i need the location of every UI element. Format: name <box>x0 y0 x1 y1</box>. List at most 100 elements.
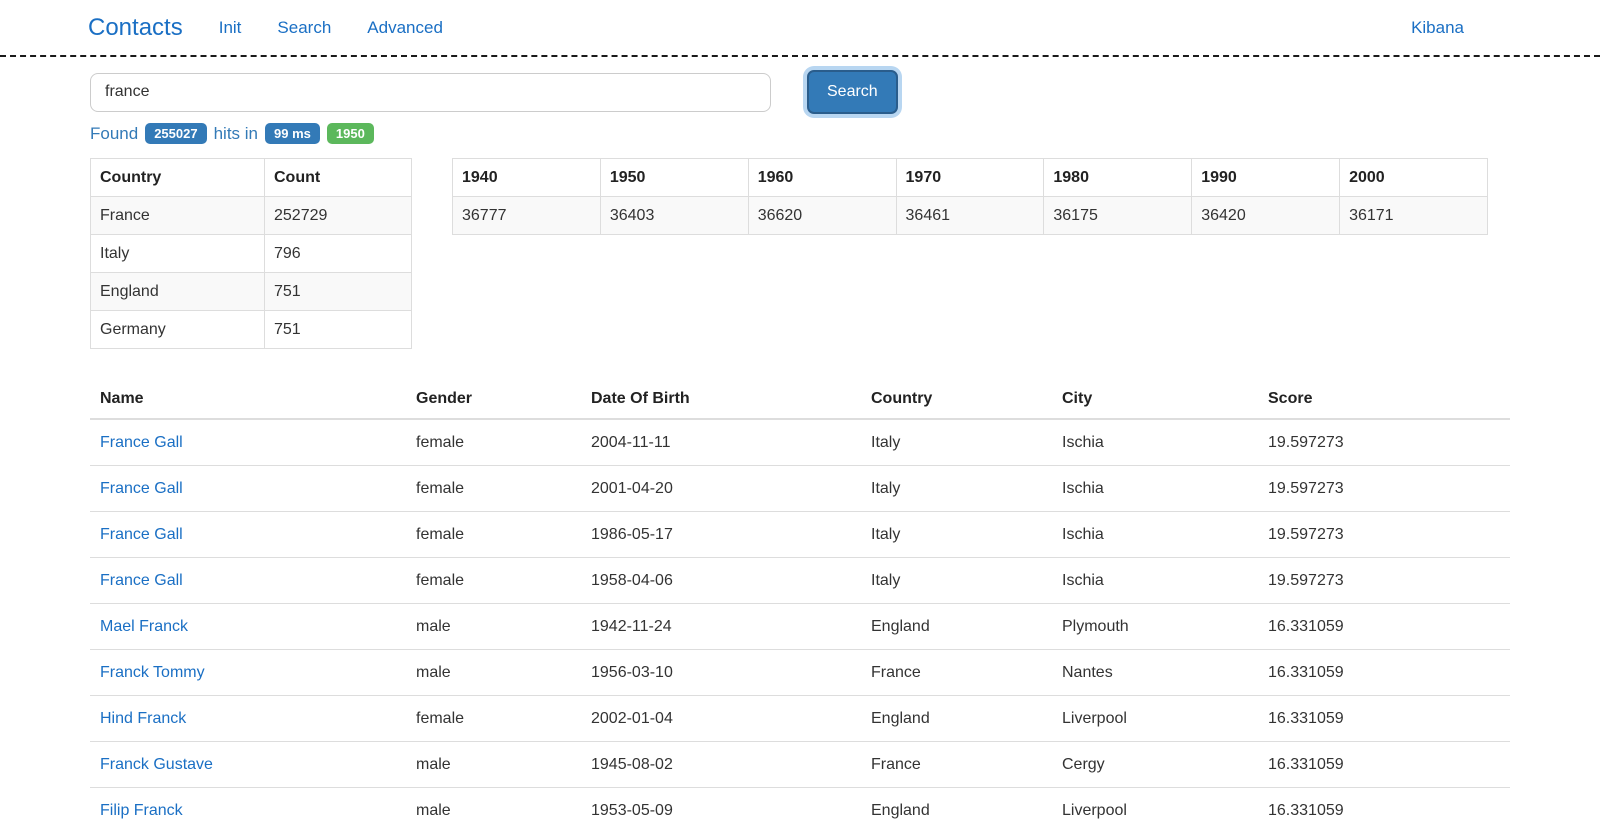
decade-count-cell: 36420 <box>1192 197 1340 235</box>
query-time-badge: 99 ms <box>265 123 320 144</box>
decade-header: 1970 <box>896 159 1044 197</box>
contact-name-link[interactable]: Filip Franck <box>100 802 183 819</box>
results-summary: Found 255027 hits in 99 ms 1950 <box>90 123 1510 144</box>
contact-name-link[interactable]: France Gall <box>100 572 183 589</box>
contact-name-link[interactable]: Franck Gustave <box>100 756 213 773</box>
table-row: France Gall female 2001-04-20 Italy Isch… <box>90 466 1510 512</box>
score-cell: 16.331059 <box>1258 696 1510 742</box>
score-header: Score <box>1258 379 1510 419</box>
search-input[interactable] <box>90 73 771 112</box>
nav-item-advanced[interactable]: Advanced <box>367 18 443 38</box>
table-row: Mael Franck male 1942-11-24 England Plym… <box>90 604 1510 650</box>
score-cell: 19.597273 <box>1258 466 1510 512</box>
table-row: Germany 751 <box>91 311 412 349</box>
gender-cell: female <box>406 512 581 558</box>
contact-name-link[interactable]: France Gall <box>100 480 183 497</box>
country-count-table: Country Count France 252729 Italy 796 En… <box>90 158 412 349</box>
city-header: City <box>1052 379 1258 419</box>
country-cell: France <box>861 650 1052 696</box>
table-row: Hind Franck female 2002-01-04 England Li… <box>90 696 1510 742</box>
search-bar: Search <box>90 70 1510 114</box>
city-cell: Cergy <box>1052 742 1258 788</box>
country-cell: Italy <box>861 466 1052 512</box>
decade-header: 1960 <box>748 159 896 197</box>
count-cell: 751 <box>265 273 412 311</box>
score-cell: 16.331059 <box>1258 650 1510 696</box>
gender-cell: male <box>406 742 581 788</box>
gender-cell: female <box>406 466 581 512</box>
city-cell: Plymouth <box>1052 604 1258 650</box>
dob-cell: 1958-04-06 <box>581 558 861 604</box>
gender-cell: female <box>406 419 581 466</box>
score-cell: 19.597273 <box>1258 419 1510 466</box>
found-label: Found <box>90 124 138 144</box>
nav-item-kibana[interactable]: Kibana <box>1411 18 1464 38</box>
dob-cell: 2001-04-20 <box>581 466 861 512</box>
hits-in-label: hits in <box>214 124 258 144</box>
decade-header: 1940 <box>453 159 601 197</box>
count-header: Count <box>265 159 412 197</box>
brand-contacts[interactable]: Contacts <box>88 14 183 42</box>
city-cell: Ischia <box>1052 558 1258 604</box>
table-row: France Gall female 2004-11-11 Italy Isch… <box>90 419 1510 466</box>
table-row: France Gall female 1986-05-17 Italy Isch… <box>90 512 1510 558</box>
country-cell: England <box>861 788 1052 820</box>
dob-cell: 1945-08-02 <box>581 742 861 788</box>
city-cell: Ischia <box>1052 512 1258 558</box>
table-row: Filip Franck male 1953-05-09 England Liv… <box>90 788 1510 820</box>
city-cell: Liverpool <box>1052 696 1258 742</box>
decade-header: 1950 <box>600 159 748 197</box>
contact-name-link[interactable]: Franck Tommy <box>100 664 205 681</box>
score-cell: 19.597273 <box>1258 558 1510 604</box>
table-row: 36777 36403 36620 36461 36175 36420 3617… <box>453 197 1488 235</box>
decade-count-cell: 36461 <box>896 197 1044 235</box>
dob-cell: 1942-11-24 <box>581 604 861 650</box>
dob-cell: 2002-01-04 <box>581 696 861 742</box>
decade-header: 1980 <box>1044 159 1192 197</box>
results-table: Name Gender Date Of Birth Country City S… <box>90 379 1510 820</box>
top-navbar: Contacts Init Search Advanced Kibana <box>0 0 1600 57</box>
country-cell: Italy <box>861 512 1052 558</box>
gender-cell: male <box>406 604 581 650</box>
nav-item-search[interactable]: Search <box>277 18 331 38</box>
city-cell: Nantes <box>1052 650 1258 696</box>
search-button[interactable]: Search <box>807 70 898 114</box>
gender-cell: female <box>406 558 581 604</box>
contact-name-link[interactable]: Mael Franck <box>100 618 188 635</box>
contact-name-link[interactable]: Hind Franck <box>100 710 186 727</box>
dob-cell: 2004-11-11 <box>581 419 861 466</box>
dob-header: Date Of Birth <box>581 379 861 419</box>
gender-cell: male <box>406 788 581 820</box>
country-cell: England <box>91 273 265 311</box>
city-cell: Ischia <box>1052 419 1258 466</box>
score-cell: 19.597273 <box>1258 512 1510 558</box>
dob-cell: 1986-05-17 <box>581 512 861 558</box>
year-badge: 1950 <box>327 123 374 144</box>
decade-count-cell: 36620 <box>748 197 896 235</box>
country-cell: Italy <box>861 419 1052 466</box>
score-cell: 16.331059 <box>1258 742 1510 788</box>
decade-count-cell: 36175 <box>1044 197 1192 235</box>
decade-header: 1990 <box>1192 159 1340 197</box>
country-cell: Italy <box>861 558 1052 604</box>
table-header-row: 1940 1950 1960 1970 1980 1990 2000 <box>453 159 1488 197</box>
aggregations-section: Country Count France 252729 Italy 796 En… <box>90 158 1510 349</box>
hits-count-badge: 255027 <box>145 123 206 144</box>
contact-name-link[interactable]: France Gall <box>100 526 183 543</box>
table-header-row: Country Count <box>91 159 412 197</box>
score-cell: 16.331059 <box>1258 604 1510 650</box>
country-cell: England <box>861 604 1052 650</box>
table-header-row: Name Gender Date Of Birth Country City S… <box>90 379 1510 419</box>
gender-cell: female <box>406 696 581 742</box>
table-row: Franck Tommy male 1956-03-10 France Nant… <box>90 650 1510 696</box>
count-cell: 252729 <box>265 197 412 235</box>
dob-cell: 1956-03-10 <box>581 650 861 696</box>
name-header: Name <box>90 379 406 419</box>
nav-item-init[interactable]: Init <box>219 18 242 38</box>
table-row: Franck Gustave male 1945-08-02 France Ce… <box>90 742 1510 788</box>
country-cell: England <box>861 696 1052 742</box>
score-cell: 16.331059 <box>1258 788 1510 820</box>
country-header: Country <box>91 159 265 197</box>
table-row: France 252729 <box>91 197 412 235</box>
contact-name-link[interactable]: France Gall <box>100 434 183 451</box>
